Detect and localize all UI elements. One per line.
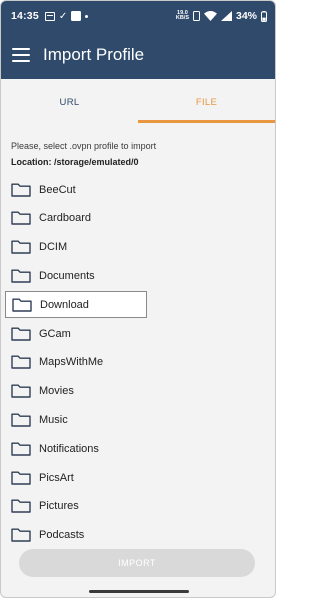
tab-file-label: FILE [195, 96, 218, 108]
tab-bar: URL FILE [1, 79, 275, 125]
folder-name: Movies [39, 385, 74, 398]
folder-icon [11, 442, 31, 456]
file-browser: Please, select .ovpn profile to import L… [1, 125, 275, 597]
folder-name: Music [39, 413, 68, 426]
folder-item[interactable]: BeeCut [5, 176, 147, 203]
page-title: Import Profile [43, 45, 145, 64]
folder-name: GCam [39, 327, 71, 340]
folder-icon [11, 269, 31, 283]
folder-item[interactable]: Movies [5, 378, 147, 405]
folder-item[interactable]: Cardboard [5, 205, 147, 232]
folder-name: Documents [39, 269, 95, 282]
message-icon [44, 11, 55, 21]
folder-icon [11, 183, 31, 197]
folder-icon [11, 471, 31, 485]
import-button-label: IMPORT [118, 558, 156, 568]
network-speed: 19.0 KB/S [175, 10, 189, 22]
checkmark-icon: ✓ [58, 10, 68, 22]
hamburger-icon-line [12, 54, 30, 56]
folder-name: BeeCut [39, 183, 76, 196]
folder-name: MapsWithMe [39, 356, 104, 369]
network-speed-unit: KB/S [175, 15, 189, 21]
folder-icon [11, 528, 31, 542]
battery-icon [261, 10, 267, 22]
status-notification-icons: ✓ [44, 10, 89, 22]
folder-item[interactable]: Documents [5, 262, 147, 289]
cell-signal-icon [220, 11, 232, 21]
folder-item[interactable]: DCIM [5, 234, 147, 261]
wifi-icon [203, 11, 217, 21]
current-location: Location: /storage/emulated/0 [11, 157, 139, 167]
folder-name: Podcasts [39, 529, 85, 542]
folder-name: Pictures [39, 500, 79, 513]
folder-item[interactable]: PicsArt [5, 464, 147, 491]
tab-file[interactable]: FILE [138, 79, 275, 125]
folder-icon [11, 499, 31, 513]
hamburger-icon-line [12, 48, 30, 50]
folder-icon [11, 327, 31, 341]
folder-item[interactable]: Pictures [5, 493, 147, 520]
tab-url[interactable]: URL [1, 79, 138, 125]
battery-percentage: 34% [235, 10, 257, 22]
folder-icon [11, 211, 31, 225]
status-time: 14:35 [11, 10, 39, 22]
menu-button[interactable] [1, 31, 41, 79]
folder-name: Download [40, 298, 89, 311]
folder-name: DCIM [39, 241, 68, 254]
folder-item[interactable]: MapsWithMe [5, 349, 147, 376]
more-notifications-dot-icon [85, 14, 89, 18]
status-bar: 14:35 ✓ 19.0 KB/S 34% [1, 1, 275, 31]
app-notification-icon [71, 11, 82, 21]
import-hint: Please, select .ovpn profile to import [11, 141, 157, 151]
vibrate-icon [192, 11, 200, 21]
tab-url-label: URL [59, 96, 80, 108]
status-system-icons: 19.0 KB/S 34% [176, 10, 267, 22]
folder-item[interactable]: Music [5, 406, 147, 433]
folder-name: PicsArt [39, 471, 74, 484]
folder-icon [11, 413, 31, 427]
folder-item[interactable]: GCam [5, 320, 147, 347]
folder-icon [11, 240, 31, 254]
hamburger-icon-line [12, 60, 30, 62]
folder-icon [12, 298, 32, 312]
app-window: 14:35 ✓ 19.0 KB/S 34% Import Profile URL… [0, 0, 276, 598]
folder-name: Notifications [39, 442, 99, 455]
app-bar: Import Profile [1, 31, 275, 79]
folder-item[interactable]: Notifications [5, 435, 147, 462]
gesture-nav-handle[interactable] [89, 590, 189, 593]
import-button[interactable]: IMPORT [19, 549, 255, 577]
folder-icon [11, 355, 31, 369]
folder-icon [11, 384, 31, 398]
folder-name: Cardboard [39, 212, 91, 225]
tab-selected-indicator [138, 120, 275, 123]
folder-list[interactable]: BeeCut Cardboard DCIM Documents Download GCam… [1, 173, 275, 547]
folder-item[interactable]: Podcasts [5, 522, 147, 547]
folder-item[interactable]: Download [5, 291, 147, 319]
